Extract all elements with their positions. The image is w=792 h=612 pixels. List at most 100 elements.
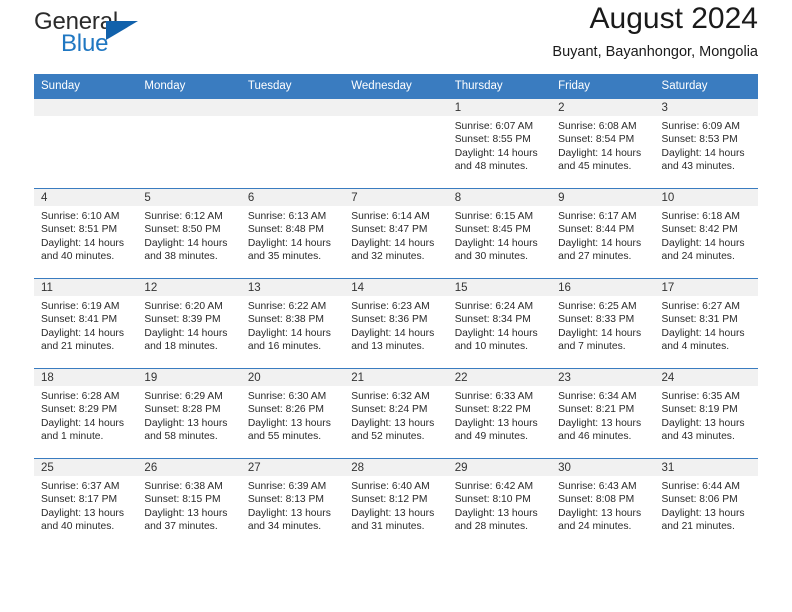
- day-details: Sunrise: 6:44 AM Sunset: 8:06 PM Daylight:…: [655, 476, 758, 533]
- detail-line-daylight1: Daylight: 13 hours: [558, 417, 642, 429]
- calendar-day-cell[interactable]: 24 Sunrise: 6:35 AM Sunset: 8:19 PM Dayligh…: [654, 368, 758, 459]
- day-number: 16: [551, 279, 655, 296]
- day-number: 10: [654, 189, 758, 206]
- page-header: General Blue August 2024 Buyant, Bayanho…: [34, 0, 758, 74]
- calendar-day-cell[interactable]: 8 Sunrise: 6:15 AM Sunset: 8:45 PM Daylight…: [447, 188, 552, 279]
- detail-line-daylight2: and 21 minutes.: [661, 520, 735, 532]
- detail-line-sunset: Sunset: 8:36 PM: [351, 314, 428, 326]
- detail-line-daylight2: and 27 minutes.: [558, 250, 632, 262]
- detail-line-sunrise: Sunrise: 6:23 AM: [351, 301, 430, 312]
- calendar-day-cell[interactable]: 12 Sunrise: 6:20 AM Sunset: 8:39 PM Dayligh…: [137, 278, 241, 369]
- weekday-header-friday: Friday: [551, 74, 655, 99]
- detail-line-sunset: Sunset: 8:19 PM: [661, 404, 738, 416]
- detail-line-daylight2: and 31 minutes.: [351, 520, 425, 532]
- day-number: 13: [240, 279, 345, 296]
- calendar-day-cell[interactable]: 9 Sunrise: 6:17 AM Sunset: 8:44 PM Daylight…: [551, 188, 655, 279]
- calendar-day-cell[interactable]: 5 Sunrise: 6:12 AM Sunset: 8:50 PM Daylight…: [137, 188, 241, 279]
- detail-line-daylight2: and 43 minutes.: [661, 160, 735, 172]
- detail-line-daylight2: and 24 minutes.: [558, 520, 632, 532]
- day-details: Sunrise: 6:08 AM Sunset: 8:54 PM Daylight:…: [551, 116, 654, 173]
- calendar-day-cell[interactable]: 7 Sunrise: 6:14 AM Sunset: 8:47 PM Daylight…: [344, 188, 448, 279]
- day-details: Sunrise: 6:27 AM Sunset: 8:31 PM Daylight:…: [655, 296, 758, 353]
- calendar-day-cell[interactable]: 29 Sunrise: 6:42 AM Sunset: 8:10 PM Dayligh…: [447, 458, 552, 549]
- detail-line-sunrise: Sunrise: 6:29 AM: [144, 391, 223, 402]
- detail-line-daylight1: Daylight: 14 hours: [144, 327, 228, 339]
- detail-line-daylight2: and 16 minutes.: [247, 340, 322, 352]
- detail-line-sunrise: Sunrise: 6:10 AM: [41, 211, 120, 222]
- calendar-day-cell[interactable]: 13 Sunrise: 6:22 AM Sunset: 8:38 PM Dayligh…: [240, 278, 345, 369]
- detail-line-sunset: Sunset: 8:22 PM: [454, 404, 531, 416]
- calendar-day-cell[interactable]: 31 Sunrise: 6:44 AM Sunset: 8:06 PM Dayligh…: [654, 458, 758, 549]
- detail-line-daylight1: Daylight: 14 hours: [558, 237, 642, 249]
- detail-line-sunset: Sunset: 8:48 PM: [247, 224, 324, 236]
- calendar-day-cell[interactable]: 22 Sunrise: 6:33 AM Sunset: 8:22 PM Dayligh…: [447, 368, 552, 459]
- weekday-header-saturday: Saturday: [654, 74, 758, 99]
- detail-line-daylight1: Daylight: 14 hours: [661, 237, 745, 249]
- calendar-day-cell[interactable]: 20 Sunrise: 6:30 AM Sunset: 8:26 PM Dayligh…: [240, 368, 345, 459]
- detail-line-sunset: Sunset: 8:41 PM: [41, 314, 118, 326]
- detail-line-daylight2: and 38 minutes.: [144, 250, 218, 262]
- day-number: [137, 99, 241, 116]
- detail-line-sunrise: Sunrise: 6:18 AM: [661, 211, 740, 222]
- day-details: Sunrise: 6:30 AM Sunset: 8:26 PM Daylight:…: [241, 386, 344, 443]
- calendar-day-cell[interactable]: 15 Sunrise: 6:24 AM Sunset: 8:34 PM Dayligh…: [447, 278, 552, 369]
- detail-line-sunrise: Sunrise: 6:15 AM: [454, 211, 534, 222]
- calendar-day-cell[interactable]: 1 Sunrise: 6:07 AM Sunset: 8:55 PM Daylight…: [447, 98, 552, 189]
- detail-line-daylight1: Daylight: 14 hours: [41, 237, 124, 249]
- day-number: 1: [447, 99, 552, 116]
- day-details: Sunrise: 6:15 AM Sunset: 8:45 PM Daylight:…: [448, 206, 551, 263]
- general-blue-logo[interactable]: General Blue: [34, 8, 294, 64]
- calendar-day-cell[interactable]: 3 Sunrise: 6:09 AM Sunset: 8:53 PM Daylight…: [654, 98, 758, 189]
- detail-line-sunrise: Sunrise: 6:14 AM: [351, 211, 430, 222]
- detail-line-daylight1: Daylight: 14 hours: [661, 147, 745, 159]
- calendar-day-cell[interactable]: 14 Sunrise: 6:23 AM Sunset: 8:36 PM Dayligh…: [344, 278, 448, 369]
- detail-line-sunset: Sunset: 8:13 PM: [247, 494, 324, 506]
- calendar-day-cell[interactable]: 25 Sunrise: 6:37 AM Sunset: 8:17 PM Dayligh…: [34, 458, 138, 549]
- calendar-day-cell[interactable]: 2 Sunrise: 6:08 AM Sunset: 8:54 PM Daylight…: [551, 98, 655, 189]
- calendar-week-row: 18 Sunrise: 6:28 AM Sunset: 8:29 PM Dayligh…: [34, 368, 758, 459]
- detail-line-sunrise: Sunrise: 6:42 AM: [454, 481, 534, 492]
- day-details: Sunrise: 6:42 AM Sunset: 8:10 PM Daylight:…: [448, 476, 551, 533]
- calendar-day-cell[interactable]: 19 Sunrise: 6:29 AM Sunset: 8:28 PM Dayligh…: [137, 368, 241, 459]
- day-number: 30: [551, 459, 655, 476]
- day-number: 23: [551, 369, 655, 386]
- day-details: Sunrise: 6:12 AM Sunset: 8:50 PM Daylight:…: [137, 206, 240, 263]
- detail-line-daylight1: Daylight: 14 hours: [454, 327, 538, 339]
- calendar-day-cell[interactable]: 16 Sunrise: 6:25 AM Sunset: 8:33 PM Dayligh…: [551, 278, 655, 369]
- calendar-day-cell[interactable]: 27 Sunrise: 6:39 AM Sunset: 8:13 PM Dayligh…: [240, 458, 345, 549]
- day-number: 17: [654, 279, 758, 296]
- detail-line-sunrise: Sunrise: 6:13 AM: [247, 211, 327, 222]
- day-number: 24: [654, 369, 758, 386]
- day-number: 21: [344, 369, 448, 386]
- day-number: 8: [447, 189, 552, 206]
- calendar-week-row: 4 Sunrise: 6:10 AM Sunset: 8:51 PM Daylight…: [34, 188, 758, 279]
- day-number: 31: [654, 459, 758, 476]
- day-number: [34, 99, 138, 116]
- weekday-header-monday: Monday: [137, 74, 241, 99]
- detail-line-daylight1: Daylight: 13 hours: [41, 507, 124, 519]
- detail-line-sunrise: Sunrise: 6:40 AM: [351, 481, 430, 492]
- calendar-day-cell[interactable]: 30 Sunrise: 6:43 AM Sunset: 8:08 PM Dayligh…: [551, 458, 655, 549]
- calendar-day-cell[interactable]: 11 Sunrise: 6:19 AM Sunset: 8:41 PM Dayligh…: [34, 278, 138, 369]
- calendar-day-cell[interactable]: 28 Sunrise: 6:40 AM Sunset: 8:12 PM Dayligh…: [344, 458, 448, 549]
- day-number: 9: [551, 189, 655, 206]
- detail-line-daylight2: and 37 minutes.: [144, 520, 218, 532]
- detail-line-sunset: Sunset: 8:50 PM: [144, 224, 221, 236]
- calendar-day-cell[interactable]: 10 Sunrise: 6:18 AM Sunset: 8:42 PM Dayligh…: [654, 188, 758, 279]
- calendar-day-cell[interactable]: 18 Sunrise: 6:28 AM Sunset: 8:29 PM Dayligh…: [34, 368, 138, 459]
- calendar-day-cell[interactable]: 26 Sunrise: 6:38 AM Sunset: 8:15 PM Dayligh…: [137, 458, 241, 549]
- detail-line-daylight1: Daylight: 14 hours: [454, 237, 538, 249]
- day-details: Sunrise: 6:38 AM Sunset: 8:15 PM Daylight:…: [137, 476, 240, 533]
- calendar-day-cell[interactable]: 6 Sunrise: 6:13 AM Sunset: 8:48 PM Daylight…: [240, 188, 345, 279]
- weekday-header-sunday: Sunday: [34, 74, 138, 99]
- calendar-day-cell[interactable]: 17 Sunrise: 6:27 AM Sunset: 8:31 PM Dayligh…: [654, 278, 758, 369]
- calendar-day-cell[interactable]: 21 Sunrise: 6:32 AM Sunset: 8:24 PM Dayligh…: [344, 368, 448, 459]
- detail-line-sunset: Sunset: 8:12 PM: [351, 494, 428, 506]
- day-number: 26: [137, 459, 241, 476]
- day-details: Sunrise: 6:25 AM Sunset: 8:33 PM Daylight:…: [551, 296, 654, 353]
- detail-line-daylight2: and 40 minutes.: [41, 250, 115, 262]
- calendar-day-cell[interactable]: 23 Sunrise: 6:34 AM Sunset: 8:21 PM Dayligh…: [551, 368, 655, 459]
- calendar-day-cell-empty: [137, 98, 241, 189]
- calendar-day-cell[interactable]: 4 Sunrise: 6:10 AM Sunset: 8:51 PM Daylight…: [34, 188, 138, 279]
- day-details: Sunrise: 6:18 AM Sunset: 8:42 PM Daylight:…: [655, 206, 758, 263]
